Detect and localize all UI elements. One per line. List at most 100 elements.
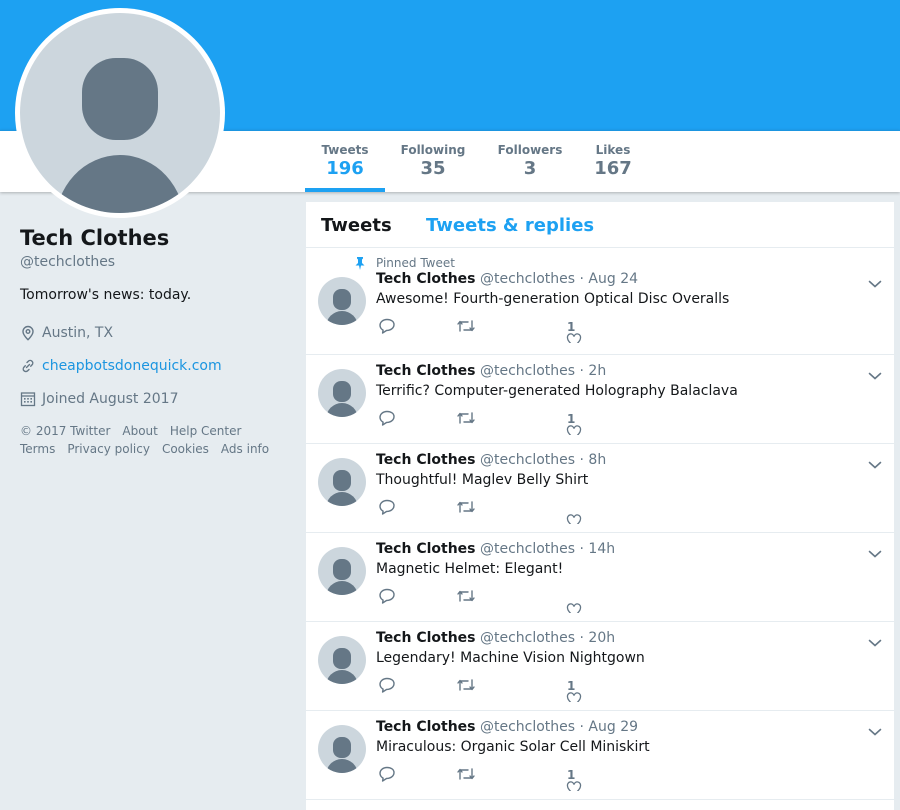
tweet-menu-caret[interactable] [868,544,882,563]
tweet-menu-caret[interactable] [868,455,882,474]
retweet-button[interactable] [456,317,476,335]
tweet-menu-caret[interactable] [868,366,882,385]
tweet[interactable]: Tech Clothes @techclothes · 2h Terrific? … [306,355,894,444]
profile-handle[interactable]: @techclothes [20,254,295,270]
pinned-tweet[interactable]: Pinned Tweet Tech Clothes @techclothes · … [306,248,894,355]
tweet-author-name[interactable]: Tech Clothes [376,452,476,468]
reply-button[interactable] [378,587,396,605]
like-button[interactable]: 1 [566,317,590,343]
default-avatar-icon [326,289,358,325]
tweet-author-handle[interactable]: @techclothes [480,271,575,287]
stat-likes[interactable]: Likes 167 [588,131,638,192]
calendar-icon [20,392,36,407]
tweet-author-name[interactable]: Tech Clothes [376,719,476,735]
retweet-icon [457,590,475,602]
like-button[interactable] [566,587,590,613]
tweet-timestamp[interactable]: · 8h [580,452,607,468]
tweet-avatar[interactable] [318,547,366,595]
heart-icon [566,603,582,613]
like-count: 1 [567,412,576,426]
retweet-button[interactable] [456,409,476,427]
tweet-author-name[interactable]: Tech Clothes [376,363,476,379]
footer-about[interactable]: About [122,424,157,438]
heart-icon [566,692,582,702]
tweet[interactable]: Tech Clothes @techclothes · Aug 29 Miracu… [306,711,894,800]
stat-following[interactable]: Following 35 [395,131,471,192]
tweet[interactable]: Tech Clothes @techclothes · 14h Magnetic … [306,533,894,622]
stat-followers[interactable]: Followers 3 [492,131,568,192]
tweet-content: Tech Clothes @techclothes · Aug 24 Awesom… [376,271,882,343]
footer-privacy[interactable]: Privacy policy [67,442,150,456]
tweet[interactable]: Tech Clothes @techclothes · 20h Legendary… [306,622,894,711]
retweet-icon [457,412,475,424]
heart-icon [566,333,582,343]
retweet-icon [457,679,475,691]
tweet-author-name[interactable]: Tech Clothes [376,630,476,646]
footer-cookies[interactable]: Cookies [162,442,209,456]
tweet-avatar[interactable] [318,725,366,773]
tweet-actions: 1 [376,765,882,791]
tweet-text: Thoughtful! Maglev Belly Shirt [376,472,589,488]
tweet-author-name[interactable]: Tech Clothes [376,541,476,557]
chevron-down-icon [868,280,882,288]
tweet-timestamp[interactable]: · 2h [580,363,607,379]
stat-tweets[interactable]: Tweets 196 [305,131,385,192]
retweet-button[interactable] [456,587,476,605]
retweet-button[interactable] [456,498,476,516]
tweet-author-handle[interactable]: @techclothes [480,452,575,468]
tweet-menu-caret[interactable] [868,722,882,741]
reply-button[interactable] [378,409,396,427]
location-pin-icon [22,325,34,341]
tweet-timestamp[interactable]: · 14h [580,541,616,557]
tab-tweets-replies[interactable]: Tweets & replies [426,215,594,236]
tweet-author-handle[interactable]: @techclothes [480,630,575,646]
stat-following-value: 35 [420,158,446,179]
tweet-avatar[interactable] [318,369,366,417]
tweet-actions: 1 [376,676,882,702]
tweet-avatar[interactable] [318,458,366,506]
tweet-author-handle[interactable]: @techclothes [480,363,575,379]
retweet-icon [457,768,475,780]
like-button[interactable]: 1 [566,676,590,702]
reply-button[interactable] [378,676,396,694]
profile-name[interactable]: Tech Clothes [20,226,295,250]
tweet-header: Tech Clothes @techclothes · 8h [376,452,882,468]
tab-tweets[interactable]: Tweets [321,215,392,236]
stat-followers-value: 3 [523,158,537,179]
reply-button[interactable] [378,765,396,783]
joined-text: Joined August 2017 [42,391,179,407]
tweet-author-handle[interactable]: @techclothes [480,541,575,557]
tweet[interactable]: Tech Clothes @techclothes · 8h Thoughtful… [306,444,894,533]
timeline-tabs: Tweets Tweets & replies [306,202,894,248]
like-button[interactable]: 1 [566,409,590,435]
tweet-avatar[interactable] [318,277,366,325]
tweet-author-handle[interactable]: @techclothes [480,719,575,735]
tweet-avatar[interactable] [318,636,366,684]
retweet-button[interactable] [456,765,476,783]
footer-links: © 2017 Twitter About Help Center Terms Priv… [20,422,290,458]
tweet-text: Legendary! Machine Vision Nightgown [376,650,645,666]
footer-ads-info[interactable]: Ads info [221,442,269,456]
reply-button[interactable] [378,317,396,335]
reply-button[interactable] [378,498,396,516]
footer-terms[interactable]: Terms [20,442,55,456]
reply-icon [379,410,395,426]
pin-icon [355,257,365,270]
reply-icon [379,499,395,515]
default-avatar-icon [326,648,358,684]
tweet-menu-caret[interactable] [868,274,882,293]
tweet-actions [376,498,882,524]
tweet-menu-caret[interactable] [868,633,882,652]
like-button[interactable] [566,498,590,524]
tweet-timestamp[interactable]: · Aug 24 [580,271,639,287]
tweet-timestamp[interactable]: · Aug 29 [580,719,639,735]
like-button[interactable]: 1 [566,765,590,791]
website-link[interactable]: cheapbotsdonequick.com [42,358,222,374]
tweet-author-name[interactable]: Tech Clothes [376,271,476,287]
retweet-button[interactable] [456,676,476,694]
tweet-content: Tech Clothes @techclothes · 20h Legendary… [376,630,882,702]
footer-help-center[interactable]: Help Center [170,424,242,438]
tweet-text: Terrific? Computer-generated Holography … [376,383,738,399]
tweet-timestamp[interactable]: · 20h [580,630,616,646]
profile-avatar[interactable] [15,8,225,218]
